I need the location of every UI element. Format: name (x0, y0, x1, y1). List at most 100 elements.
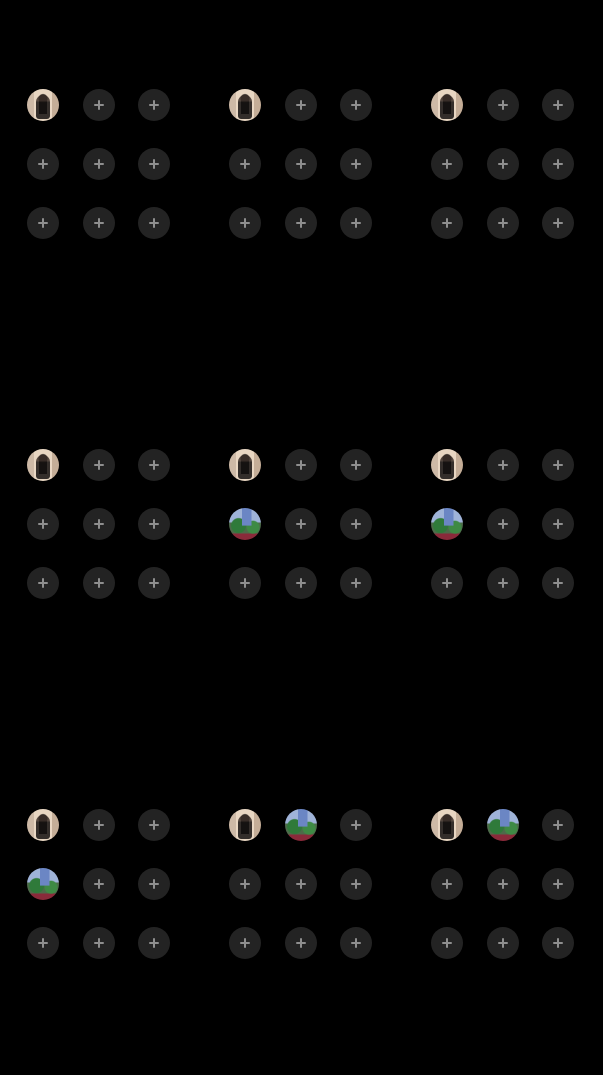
add-photo-button[interactable] (487, 868, 519, 900)
add-photo-button[interactable] (340, 508, 372, 540)
add-photo-button[interactable] (285, 207, 317, 239)
plus-icon (487, 567, 519, 599)
add-photo-button[interactable] (285, 567, 317, 599)
plus-icon (285, 868, 317, 900)
add-photo-button[interactable] (431, 148, 463, 180)
add-photo-button[interactable] (138, 868, 170, 900)
add-photo-button[interactable] (542, 207, 574, 239)
add-photo-button[interactable] (83, 809, 115, 841)
plus-icon (229, 207, 261, 239)
add-photo-button[interactable] (138, 449, 170, 481)
plus-icon (340, 868, 372, 900)
add-photo-button[interactable] (83, 449, 115, 481)
add-photo-button[interactable] (27, 508, 59, 540)
add-photo-button[interactable] (285, 508, 317, 540)
plus-icon (340, 449, 372, 481)
person-photo-thumbnail[interactable] (431, 809, 463, 841)
add-photo-button[interactable] (83, 868, 115, 900)
add-photo-button[interactable] (229, 927, 261, 959)
add-photo-button[interactable] (487, 927, 519, 959)
plus-icon (138, 508, 170, 540)
person-photo-thumbnail[interactable] (27, 809, 59, 841)
add-photo-button[interactable] (285, 148, 317, 180)
add-photo-button[interactable] (138, 148, 170, 180)
add-photo-button[interactable] (138, 927, 170, 959)
plus-icon (542, 868, 574, 900)
add-photo-button[interactable] (285, 927, 317, 959)
plus-icon (229, 868, 261, 900)
add-photo-button[interactable] (542, 927, 574, 959)
plus-icon (542, 89, 574, 121)
add-photo-button[interactable] (487, 207, 519, 239)
street-photo-thumbnail[interactable] (229, 508, 261, 540)
add-photo-button[interactable] (229, 868, 261, 900)
add-photo-button[interactable] (27, 927, 59, 959)
add-photo-button[interactable] (340, 148, 372, 180)
plus-icon (138, 207, 170, 239)
add-photo-button[interactable] (138, 567, 170, 599)
plus-icon (229, 567, 261, 599)
add-photo-button[interactable] (431, 927, 463, 959)
plus-icon (542, 207, 574, 239)
add-photo-button[interactable] (340, 868, 372, 900)
add-photo-button[interactable] (340, 567, 372, 599)
add-photo-button[interactable] (340, 449, 372, 481)
plus-icon (542, 809, 574, 841)
add-photo-button[interactable] (487, 449, 519, 481)
add-photo-button[interactable] (487, 89, 519, 121)
person-photo-thumbnail[interactable] (27, 89, 59, 121)
add-photo-button[interactable] (229, 148, 261, 180)
add-photo-button[interactable] (340, 927, 372, 959)
add-photo-button[interactable] (487, 567, 519, 599)
add-photo-button[interactable] (27, 567, 59, 599)
add-photo-button[interactable] (542, 508, 574, 540)
add-photo-button[interactable] (285, 449, 317, 481)
add-photo-button[interactable] (138, 89, 170, 121)
add-photo-button[interactable] (340, 207, 372, 239)
plus-icon (487, 89, 519, 121)
photo-slot-grid (27, 89, 195, 257)
add-photo-button[interactable] (542, 809, 574, 841)
add-photo-button[interactable] (487, 508, 519, 540)
add-photo-button[interactable] (542, 148, 574, 180)
person-photo-thumbnail[interactable] (431, 89, 463, 121)
add-photo-button[interactable] (83, 927, 115, 959)
add-photo-button[interactable] (83, 207, 115, 239)
add-photo-button[interactable] (340, 809, 372, 841)
plus-icon (340, 927, 372, 959)
street-photo-thumbnail[interactable] (431, 508, 463, 540)
add-photo-button[interactable] (542, 567, 574, 599)
add-photo-button[interactable] (229, 207, 261, 239)
person-photo-thumbnail[interactable] (229, 449, 261, 481)
person-photo-thumbnail[interactable] (229, 89, 261, 121)
plus-icon (27, 567, 59, 599)
add-photo-button[interactable] (138, 809, 170, 841)
add-photo-button[interactable] (542, 449, 574, 481)
add-photo-button[interactable] (285, 868, 317, 900)
add-photo-button[interactable] (431, 207, 463, 239)
add-photo-button[interactable] (138, 508, 170, 540)
add-photo-button[interactable] (83, 508, 115, 540)
street-photo-thumbnail[interactable] (27, 868, 59, 900)
add-photo-button[interactable] (27, 207, 59, 239)
street-photo-thumbnail[interactable] (285, 809, 317, 841)
plus-icon (83, 927, 115, 959)
add-photo-button[interactable] (229, 567, 261, 599)
add-photo-button[interactable] (83, 89, 115, 121)
add-photo-button[interactable] (138, 207, 170, 239)
street-photo-thumbnail[interactable] (487, 809, 519, 841)
add-photo-button[interactable] (285, 89, 317, 121)
person-photo-thumbnail[interactable] (27, 449, 59, 481)
add-photo-button[interactable] (542, 89, 574, 121)
person-photo-thumbnail[interactable] (229, 809, 261, 841)
add-photo-button[interactable] (487, 148, 519, 180)
person-photo-thumbnail[interactable] (431, 449, 463, 481)
photo-slot-grid (431, 809, 599, 977)
add-photo-button[interactable] (340, 89, 372, 121)
add-photo-button[interactable] (27, 148, 59, 180)
add-photo-button[interactable] (83, 567, 115, 599)
add-photo-button[interactable] (542, 868, 574, 900)
add-photo-button[interactable] (431, 567, 463, 599)
add-photo-button[interactable] (431, 868, 463, 900)
add-photo-button[interactable] (83, 148, 115, 180)
